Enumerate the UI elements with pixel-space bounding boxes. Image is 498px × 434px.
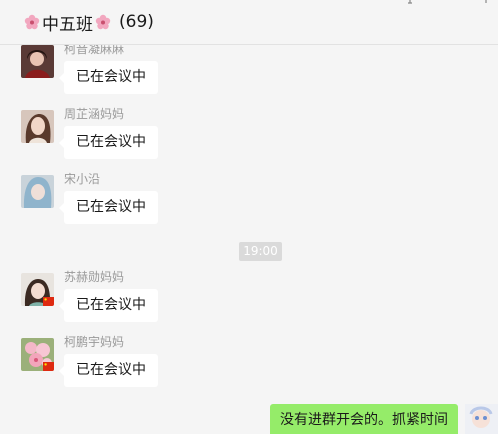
sender-name: 柯音凝麻麻: [64, 45, 125, 56]
chat-title-text: 中五班: [42, 14, 93, 35]
self-avatar[interactable]: [465, 404, 498, 434]
avatar[interactable]: [21, 273, 54, 306]
cherry-blossom-icon: [95, 14, 111, 30]
chat-header: 中五班 (69): [0, 0, 498, 44]
pin-icon[interactable]: [405, 0, 415, 4]
more-icon[interactable]: [481, 0, 491, 4]
sender-name: 柯鹏宇妈妈: [64, 335, 125, 349]
message-bubble[interactable]: 已在会议中: [59, 191, 158, 224]
avatar[interactable]: [21, 45, 54, 78]
avatar[interactable]: [21, 175, 54, 208]
timestamp-badge: 19:00: [239, 242, 282, 261]
cartoon-avatar: [465, 404, 498, 434]
avatar[interactable]: [21, 110, 54, 143]
flag-icon: [43, 362, 54, 371]
self-message-bubble[interactable]: 没有进群开会的。抓紧时间: [270, 404, 458, 434]
message-list[interactable]: 柯音凝麻麻 已在会议中 周芷涵妈妈 已在会议中 宋小沿 已在会议中 19:00: [0, 45, 498, 434]
photo-avatar-blue-hair: [21, 175, 54, 208]
sender-name: 宋小沿: [64, 172, 101, 186]
photo-avatar-dark-hair: [21, 45, 54, 78]
member-count: (69): [119, 12, 154, 32]
cherry-blossom-icon: [24, 14, 40, 30]
sender-name: 周芷涵妈妈: [64, 107, 125, 121]
flag-icon: [43, 297, 54, 306]
message-bubble[interactable]: 已在会议中: [59, 354, 158, 387]
sender-name: 苏赫勋妈妈: [64, 270, 125, 284]
avatar[interactable]: [21, 338, 54, 371]
message-bubble[interactable]: 已在会议中: [59, 61, 158, 94]
chat-title[interactable]: 中五班 (69): [22, 10, 154, 35]
message-bubble[interactable]: 已在会议中: [59, 126, 158, 159]
photo-avatar-woman: [21, 110, 54, 143]
message-bubble[interactable]: 已在会议中: [59, 289, 158, 322]
